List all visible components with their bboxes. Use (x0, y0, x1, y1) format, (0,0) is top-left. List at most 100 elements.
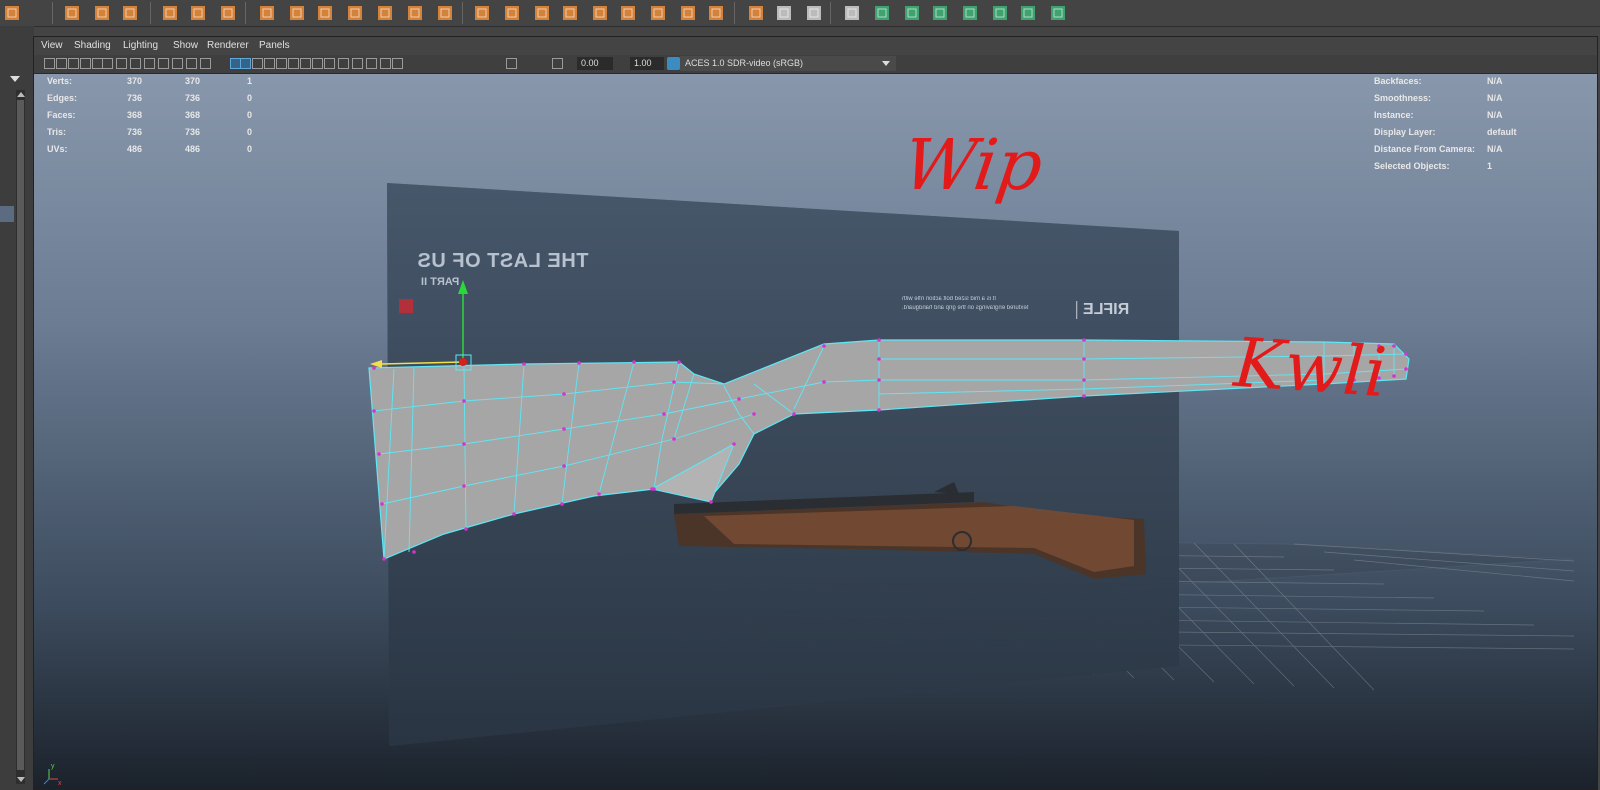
soft-select-icon[interactable] (746, 2, 768, 24)
xray-joints-icon[interactable] (380, 58, 391, 69)
layers-icon[interactable] (532, 2, 554, 24)
text-icon[interactable] (92, 2, 114, 24)
scroll-up-icon[interactable] (17, 92, 25, 97)
left-scrollbar[interactable] (16, 90, 25, 784)
hud-detail-value: N/A (1487, 110, 1503, 120)
hud-row-value: 0 (247, 110, 253, 120)
scale-icon[interactable] (1048, 2, 1070, 24)
hud-row-label: UVs: (47, 144, 68, 154)
split-icon[interactable] (648, 2, 670, 24)
hud-row-value: 370 (127, 76, 143, 86)
depth-icon[interactable] (338, 58, 349, 69)
multi-cube-icon[interactable] (375, 2, 397, 24)
poly-cube-icon[interactable] (287, 2, 309, 24)
hud-detail-value: default (1487, 127, 1517, 137)
xray-comp-icon[interactable] (392, 58, 403, 69)
sculpt-icon[interactable] (188, 2, 210, 24)
box-icon[interactable] (502, 2, 524, 24)
field-chart-icon[interactable] (172, 58, 183, 69)
bounding-box-icon[interactable] (706, 2, 728, 24)
hud-row-value: 736 (127, 93, 143, 103)
camera-lock-icon[interactable] (56, 58, 67, 69)
paint-icon[interactable] (160, 2, 182, 24)
viewport-scene: y x (43, 183, 1575, 787)
aa-icon[interactable] (324, 58, 335, 69)
shadows-icon[interactable] (288, 58, 299, 69)
camera-icon[interactable] (44, 58, 55, 69)
menu-shading[interactable]: Shading (74, 37, 111, 55)
snap-icon[interactable] (804, 2, 826, 24)
uv-icon[interactable] (872, 2, 894, 24)
cylinder-icon[interactable] (315, 2, 337, 24)
safe-title-icon[interactable] (200, 58, 211, 69)
checker-icon[interactable] (1018, 2, 1040, 24)
exposure-field[interactable]: 0.00 (577, 57, 613, 70)
uv-layout-icon[interactable] (960, 2, 982, 24)
grease-pencil-icon[interactable] (102, 58, 113, 69)
menu-panels[interactable]: Panels (259, 37, 290, 55)
crate-icon[interactable] (560, 2, 582, 24)
edit-icon[interactable] (842, 2, 864, 24)
reference-side-text-2: textured engravings on the grip and hand… (902, 305, 1029, 311)
target-icon[interactable] (618, 2, 640, 24)
cube-icon[interactable] (2, 2, 24, 24)
hud-detail-value: N/A (1487, 93, 1503, 103)
grid-toggle-icon[interactable] (116, 58, 127, 69)
bookmark-icon[interactable] (80, 58, 91, 69)
hud-row-value: 736 (185, 127, 201, 137)
grid-icon[interactable] (345, 2, 367, 24)
viewport-panel: View Shading Lighting Show Renderer Pane… (33, 36, 1598, 790)
color-space-dropdown[interactable]: ACES 1.0 SDR-video (sRGB) (680, 56, 896, 71)
menu-view[interactable]: View (41, 37, 63, 55)
scroll-down-icon[interactable] (17, 777, 25, 782)
layer-stack-icon[interactable] (678, 2, 700, 24)
hud-row-label: Faces: (47, 110, 76, 120)
uv-unfold-icon[interactable] (990, 2, 1012, 24)
hud-row-value: 368 (127, 110, 143, 120)
annotation-kwli: Kwli (1231, 323, 1390, 414)
motion-blur-icon[interactable] (312, 58, 323, 69)
left-panel-selected-row[interactable] (0, 206, 14, 222)
pen-icon[interactable] (774, 2, 796, 24)
exposure-reset-icon[interactable] (506, 58, 517, 69)
poly-sphere-icon[interactable] (257, 2, 279, 24)
left-dropdown-arrow[interactable] (10, 76, 20, 82)
hud-row-value: 0 (247, 93, 253, 103)
gate-mask-icon[interactable] (158, 58, 169, 69)
svg-icon[interactable] (120, 2, 142, 24)
textured-icon[interactable] (264, 58, 275, 69)
color-space-label: ACES 1.0 SDR-video (sRGB) (685, 58, 804, 68)
transform-icon[interactable] (218, 2, 240, 24)
sparkle-icon[interactable] (62, 2, 84, 24)
hud-row-value: 0 (247, 144, 253, 154)
extrude-icon[interactable] (405, 2, 427, 24)
film-gate-icon[interactable] (130, 58, 141, 69)
gamma-field[interactable]: 1.00 (630, 57, 664, 70)
shelf-separator (462, 2, 463, 24)
3d-viewport[interactable]: y x THE LAST OF US PART II RIFLE It is a… (34, 74, 1597, 789)
combine-icon[interactable] (590, 2, 612, 24)
camera-attr-icon[interactable] (68, 58, 79, 69)
hud-row-label: Tris: (47, 127, 67, 137)
reference-side-text-1: It is a mid sized bolt action rifle with (902, 296, 997, 302)
xray-icon[interactable] (366, 58, 377, 69)
bridge-icon[interactable] (435, 2, 457, 24)
gamma-icon[interactable] (552, 58, 563, 69)
shelf-separator (830, 2, 831, 24)
resolution-gate-icon[interactable] (144, 58, 155, 69)
menu-show[interactable]: Show (173, 37, 198, 55)
menu-renderer[interactable]: Renderer (207, 37, 249, 55)
color-management-icon[interactable] (667, 57, 680, 70)
menu-lighting[interactable]: Lighting (123, 37, 158, 55)
ao-icon[interactable] (300, 58, 311, 69)
wireframe-on-shaded-icon[interactable] (252, 58, 263, 69)
scroll-thumb[interactable] (17, 100, 24, 770)
lights-icon[interactable] (276, 58, 287, 69)
isolate-icon[interactable] (352, 58, 363, 69)
safe-action-icon[interactable] (186, 58, 197, 69)
bevel-icon[interactable] (472, 2, 494, 24)
left-panel-strip (0, 26, 34, 790)
smooth-shade-icon[interactable] (240, 58, 251, 69)
uv-cut-icon[interactable] (930, 2, 952, 24)
uv-box-icon[interactable] (902, 2, 924, 24)
